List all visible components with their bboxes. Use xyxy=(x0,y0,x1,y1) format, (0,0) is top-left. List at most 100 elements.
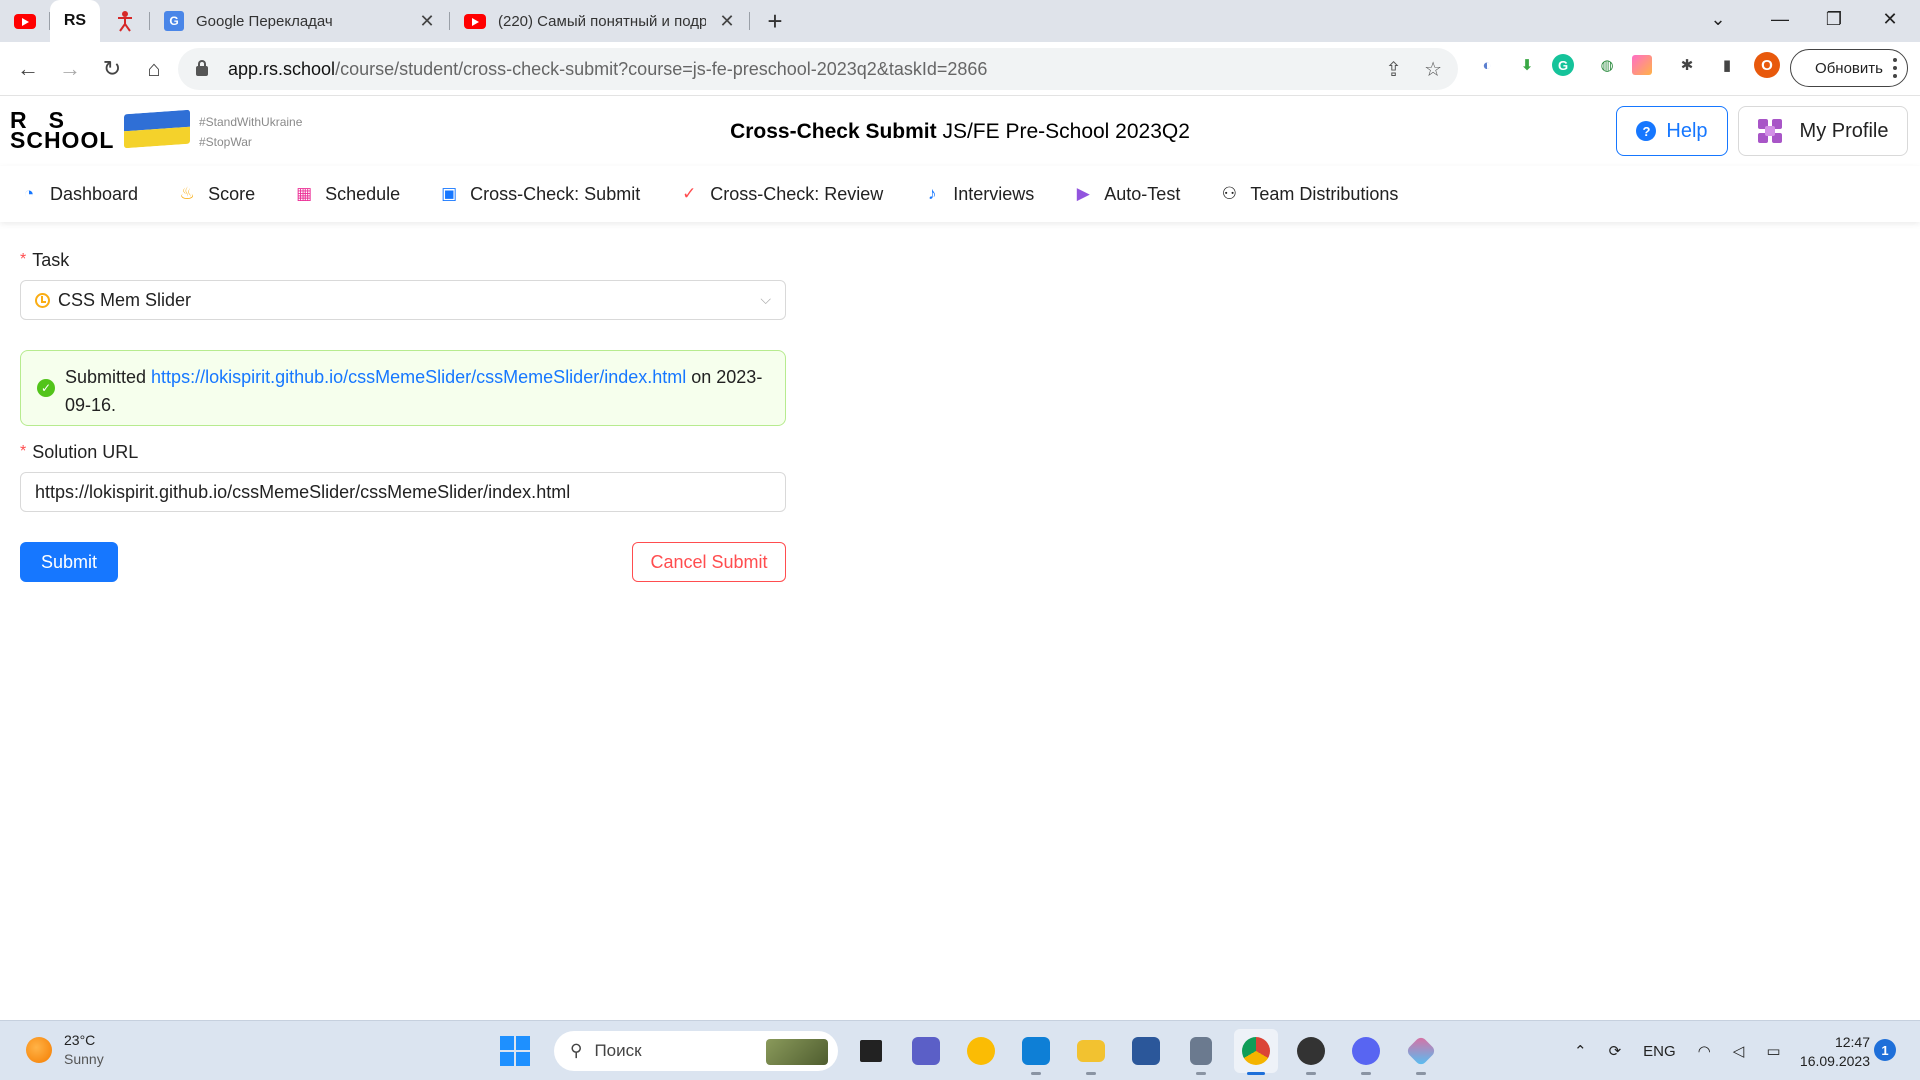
notification-badge[interactable]: 1 xyxy=(1874,1039,1896,1061)
help-button[interactable]: ? Help xyxy=(1616,106,1728,156)
tab-youtube-video[interactable]: (220) Самый понятный и подро ✕ xyxy=(450,0,750,42)
back-icon[interactable]: ← xyxy=(8,49,48,89)
check-circle-icon: ✓ xyxy=(682,184,697,203)
puzzle-extensions-icon[interactable]: ✱ xyxy=(1672,50,1702,80)
profile-avatar[interactable]: O xyxy=(1754,52,1780,78)
tab-title: Google Перекладач xyxy=(196,12,333,30)
submit-button[interactable]: Submit xyxy=(20,542,118,582)
taskbar-app-yandex-browser[interactable] xyxy=(959,1029,1003,1073)
taskbar-app-video-call[interactable] xyxy=(904,1029,948,1073)
cancel-submit-button[interactable]: Cancel Submit xyxy=(632,542,786,582)
taskbar-app-media-player[interactable] xyxy=(1289,1029,1333,1075)
search-icon: ⚲ xyxy=(570,1041,583,1060)
required-mark: * xyxy=(20,443,27,460)
taskbar-app-chrome[interactable] xyxy=(1234,1029,1278,1075)
microphone-icon: ♪ xyxy=(928,184,937,203)
nav-cross-check-review[interactable]: ✓ Cross-Check: Review xyxy=(680,166,883,222)
solution-url-label: * Solution URL xyxy=(20,441,139,462)
taskbar-app-discord[interactable] xyxy=(1344,1029,1388,1075)
media-player-icon xyxy=(1297,1037,1325,1065)
battery-icon[interactable]: ▭ xyxy=(1766,1042,1780,1060)
language-indicator[interactable]: ENG xyxy=(1643,1043,1676,1060)
tab-title: (220) Самый понятный и подро xyxy=(498,12,706,30)
weather-condition: Sunny xyxy=(64,1051,104,1067)
calculator-icon xyxy=(1190,1037,1212,1065)
side-panel-icon[interactable]: ▮ xyxy=(1712,50,1742,80)
taskbar-search[interactable]: ⚲ Поиск xyxy=(554,1031,838,1071)
windows-start-icon[interactable] xyxy=(500,1036,530,1066)
home-icon[interactable]: ⌂ xyxy=(134,49,174,89)
nav-interviews[interactable]: ♪ Interviews xyxy=(923,166,1034,222)
new-tab-button[interactable]: + xyxy=(750,0,800,42)
tab-google-translate[interactable]: G Google Перекладач ✕ xyxy=(150,0,450,42)
play-circle-icon: ▶ xyxy=(1076,184,1090,203)
browser-toolbar: ← → ↻ ⌂ app.rs.school /course/student/cr… xyxy=(0,42,1920,96)
fire-icon: ♨ xyxy=(179,184,195,203)
tab-search-chevron-icon[interactable]: ⌄ xyxy=(1690,0,1746,38)
weather-widget[interactable]: 23°C Sunny xyxy=(26,1031,104,1069)
check-circle-icon: ✓ xyxy=(37,379,55,397)
extension-icon[interactable]: ◐ xyxy=(1472,50,1502,80)
taskbar-app-calculator[interactable] xyxy=(1179,1029,1223,1075)
volume-icon[interactable]: ◁ xyxy=(1733,1042,1745,1060)
google-translate-icon: G xyxy=(164,11,184,31)
task-select[interactable]: CSS Mem Slider ⌵ xyxy=(20,280,786,320)
taskbar-app-file-explorer-dark[interactable] xyxy=(849,1029,893,1073)
bookmark-star-icon[interactable]: ☆ xyxy=(1424,57,1442,82)
nav-schedule[interactable]: ▦ Schedule xyxy=(295,166,400,222)
window-close-icon[interactable]: ✕ xyxy=(1862,0,1918,38)
git-icon xyxy=(1405,1035,1437,1067)
solution-url-input[interactable]: https://lokispirit.github.io/cssMemeSlid… xyxy=(20,472,786,512)
discord-icon xyxy=(1352,1037,1380,1065)
tab-figure-pinned[interactable] xyxy=(100,0,150,42)
word-icon xyxy=(1132,1037,1160,1065)
chevron-up-icon[interactable]: ⌃ xyxy=(1574,1042,1587,1060)
taskbar-apps: ⚲ Поиск xyxy=(500,1029,1443,1075)
taskbar-clock[interactable]: 12:47 16.09.2023 xyxy=(1790,1033,1870,1071)
nav-cross-check-submit[interactable]: ▣ Cross-Check: Submit xyxy=(440,166,640,222)
dashboard-icon: ◔ xyxy=(23,184,35,203)
forward-icon[interactable]: → xyxy=(50,49,90,89)
search-highlight-image xyxy=(766,1039,828,1065)
submitted-alert: ✓ Submitted https://lokispirit.github.io… xyxy=(20,350,786,426)
task-label: * Task xyxy=(20,249,70,270)
my-profile-button[interactable]: My Profile xyxy=(1738,106,1908,156)
color-extension-icon[interactable] xyxy=(1632,55,1652,75)
avatar-icon xyxy=(1757,119,1782,143)
calendar-icon: ▦ xyxy=(296,184,313,203)
globe-extension-icon[interactable]: ◍ xyxy=(1592,50,1622,80)
close-icon[interactable]: ✕ xyxy=(418,11,436,32)
tab-youtube-pinned[interactable] xyxy=(0,0,50,42)
taskbar-app-git[interactable] xyxy=(1399,1029,1443,1075)
team-icon: ⚇ xyxy=(1221,184,1237,203)
yandex-browser-icon xyxy=(967,1037,995,1065)
cross-check-submit-form: * Task CSS Mem Slider ⌵ ✓ Submitted https… xyxy=(20,240,786,582)
taskbar-app-word[interactable] xyxy=(1124,1029,1168,1073)
restore-icon[interactable]: ❐ xyxy=(1806,0,1862,38)
code-icon: ▣ xyxy=(441,184,458,203)
minimize-icon[interactable]: — xyxy=(1752,0,1808,38)
grammarly-icon[interactable]: G xyxy=(1552,54,1574,76)
tab-rs-school[interactable]: RS xyxy=(50,0,100,42)
figure-icon xyxy=(118,11,132,32)
url-host: app.rs.school xyxy=(228,58,336,79)
nav-team-distributions[interactable]: ⚇ Team Distributions xyxy=(1220,166,1399,222)
wifi-icon[interactable]: ◠ xyxy=(1698,1042,1711,1060)
submitted-solution-link[interactable]: https://lokispirit.github.io/cssMemeSlid… xyxy=(151,367,686,387)
reload-icon[interactable]: ↻ xyxy=(92,49,132,89)
sync-icon[interactable]: ⟳ xyxy=(1609,1042,1622,1060)
nav-dashboard[interactable]: ◔ Dashboard xyxy=(20,166,138,222)
taskbar-app-folder[interactable] xyxy=(1069,1029,1113,1075)
folder-icon xyxy=(1077,1040,1105,1062)
youtube-icon xyxy=(464,13,486,29)
close-icon[interactable]: ✕ xyxy=(718,11,736,32)
browser-menu-icon[interactable] xyxy=(1880,48,1910,88)
address-bar[interactable]: app.rs.school /course/student/cross-chec… xyxy=(178,48,1458,90)
url-path: /course/student/cross-check-submit?cours… xyxy=(335,58,988,79)
nav-score[interactable]: ♨ Score xyxy=(178,166,255,222)
share-icon[interactable]: ⇪ xyxy=(1385,57,1402,82)
nav-auto-test[interactable]: ▶ Auto-Test xyxy=(1074,166,1181,222)
required-mark: * xyxy=(20,251,27,268)
download-extension-icon[interactable]: ⬇ xyxy=(1512,50,1542,80)
taskbar-app-vscode[interactable] xyxy=(1014,1029,1058,1075)
